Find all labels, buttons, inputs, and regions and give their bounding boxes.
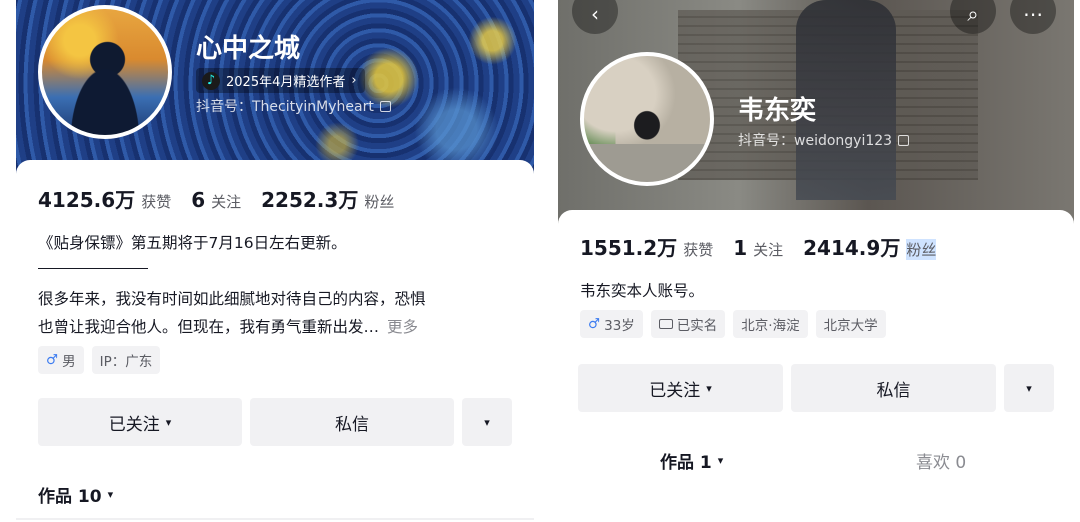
divider — [16, 518, 534, 520]
caret-down-icon: ▾ — [107, 488, 114, 501]
stat-likes[interactable]: 4125.6万 获赞 — [38, 184, 171, 213]
age-tag: ♂ 33岁 — [580, 310, 643, 338]
profile-left: 心中之城 ♪ 2025年4月精选作者 › 抖音号：ThecityinMyhear… — [16, 0, 534, 522]
tag-text: 已实名 — [676, 318, 718, 334]
action-buttons: 已关注 ▾ 私信 ▾ — [578, 364, 1054, 412]
stat-label: 获赞 — [683, 241, 714, 259]
location-tag: 北京·海淀 — [733, 310, 808, 338]
stat-value: 2252.3万 — [261, 188, 359, 212]
followed-button[interactable]: 已关注 ▾ — [578, 364, 783, 412]
badge-text: 2025年4月精选作者 — [226, 75, 346, 90]
tag-list: ♂ 33岁 已实名 北京·海淀 北京大学 — [580, 310, 886, 338]
stat-value: 6 — [191, 188, 206, 212]
school-tag: 北京大学 — [815, 310, 886, 338]
gender-tag: ♂ 男 — [38, 346, 84, 374]
stats-row: 1551.2万 获赞 1 关注 2414.9万 粉丝 — [580, 232, 937, 261]
avatar[interactable] — [38, 5, 172, 139]
bio-text: 韦东奕本人账号。 — [580, 282, 705, 300]
stat-label: 关注 — [753, 241, 784, 259]
button-label: 私信 — [335, 414, 369, 435]
tab-likes[interactable]: 喜欢 0 — [916, 448, 966, 473]
stat-followers[interactable]: 2252.3万 粉丝 — [261, 184, 394, 213]
profile-card: 4125.6万 获赞 6 关注 2252.3万 粉丝 《贴身保镖》第五期将于7月… — [16, 160, 534, 522]
tab-works[interactable]: 作品 10 ▾ — [38, 482, 113, 507]
stat-following[interactable]: 1 关注 — [733, 236, 783, 260]
search-icon[interactable]: ⌕ — [950, 0, 996, 34]
more-link[interactable]: 更多 — [387, 318, 418, 336]
stat-followers[interactable]: 2414.9万 粉丝 — [803, 232, 937, 261]
stat-likes[interactable]: 1551.2万 获赞 — [580, 232, 713, 261]
bio-text: 也曾让我迎合他人。但现在，我有勇气重新出发… — [38, 318, 380, 336]
stat-label: 粉丝 — [364, 193, 395, 211]
caret-down-icon: ▾ — [165, 415, 172, 429]
stats-row: 4125.6万 获赞 6 关注 2252.3万 粉丝 — [38, 184, 394, 213]
tag-text: 男 — [62, 354, 76, 370]
stat-label: 关注 — [211, 193, 242, 211]
tab-works[interactable]: 作品 1 ▾ — [660, 448, 723, 473]
tab-label: 作品 10 — [38, 487, 102, 507]
male-icon: ♂ — [588, 316, 601, 332]
tag-text: 33岁 — [604, 318, 635, 334]
caret-down-icon: ▾ — [717, 454, 724, 467]
username: 心中之城 — [196, 34, 301, 64]
tab-label: 作品 1 — [660, 453, 712, 473]
more-options-button[interactable]: ▾ — [462, 398, 512, 446]
stat-value: 1551.2万 — [580, 236, 678, 260]
caret-down-icon: ▾ — [484, 415, 490, 429]
profile-right: ‹ ⌕ ⋯ 韦东奕 抖音号：weidongyi123 1551.2万 获赞 1 … — [558, 0, 1074, 522]
message-button[interactable]: 私信 — [250, 398, 454, 446]
douyin-logo-icon: ♪ — [202, 71, 220, 90]
button-label: 已关注 — [649, 380, 701, 401]
male-icon: ♂ — [46, 352, 59, 368]
bio-line-2: 也曾让我迎合他人。但现在，我有勇气重新出发… 更多 — [38, 312, 418, 342]
tab-label: 喜欢 0 — [916, 453, 967, 473]
caret-down-icon: ▾ — [706, 381, 712, 395]
copy-icon[interactable] — [379, 100, 391, 112]
ip-tag: IP：广东 — [91, 346, 161, 374]
douyin-id-text: 抖音号：ThecityinMyheart — [196, 99, 374, 115]
message-button[interactable]: 私信 — [791, 364, 996, 412]
copy-icon[interactable] — [898, 134, 910, 146]
action-buttons: 已关注 ▾ 私信 ▾ — [38, 398, 512, 446]
chevron-right-icon: › — [351, 73, 357, 88]
button-label: 已关注 — [108, 414, 160, 435]
button-label: 私信 — [876, 380, 911, 401]
stat-label: 获赞 — [141, 193, 172, 211]
stat-value: 4125.6万 — [38, 188, 136, 212]
username: 韦东奕 — [738, 96, 817, 126]
verified-tag: 已实名 — [650, 310, 726, 338]
featured-author-badge[interactable]: ♪ 2025年4月精选作者 › — [196, 68, 365, 93]
followed-button[interactable]: 已关注 ▾ — [38, 398, 242, 446]
bio-line-1: 很多年来，我没有时间如此细腻地对待自己的内容，恐惧 — [38, 290, 426, 308]
profile-card: 1551.2万 获赞 1 关注 2414.9万 粉丝 韦东奕本人账号。 ♂ 33… — [558, 210, 1074, 522]
stat-value: 2414.9万 — [803, 236, 901, 260]
back-icon[interactable]: ‹ — [572, 0, 618, 34]
douyin-id[interactable]: 抖音号：weidongyi123 — [738, 130, 910, 150]
avatar[interactable] — [580, 52, 714, 186]
douyin-id[interactable]: 抖音号：ThecityinMyheart — [196, 96, 391, 116]
stat-value: 1 — [733, 236, 748, 260]
tag-text: IP：广东 — [99, 354, 153, 370]
more-icon[interactable]: ⋯ — [1010, 0, 1056, 34]
more-options-button[interactable]: ▾ — [1004, 364, 1054, 412]
divider — [38, 268, 148, 269]
tag-text: 北京大学 — [823, 318, 878, 334]
announcement-text: 《贴身保镖》第五期将于7月16日左右更新。 — [38, 234, 347, 252]
stat-label: 粉丝 — [906, 239, 937, 260]
stat-following[interactable]: 6 关注 — [191, 188, 241, 212]
tag-list: ♂ 男 IP：广东 — [38, 346, 161, 374]
douyin-id-text: 抖音号：weidongyi123 — [738, 133, 893, 149]
caret-down-icon: ▾ — [1026, 381, 1032, 395]
id-card-icon — [658, 319, 673, 329]
tag-text: 北京·海淀 — [741, 318, 800, 334]
